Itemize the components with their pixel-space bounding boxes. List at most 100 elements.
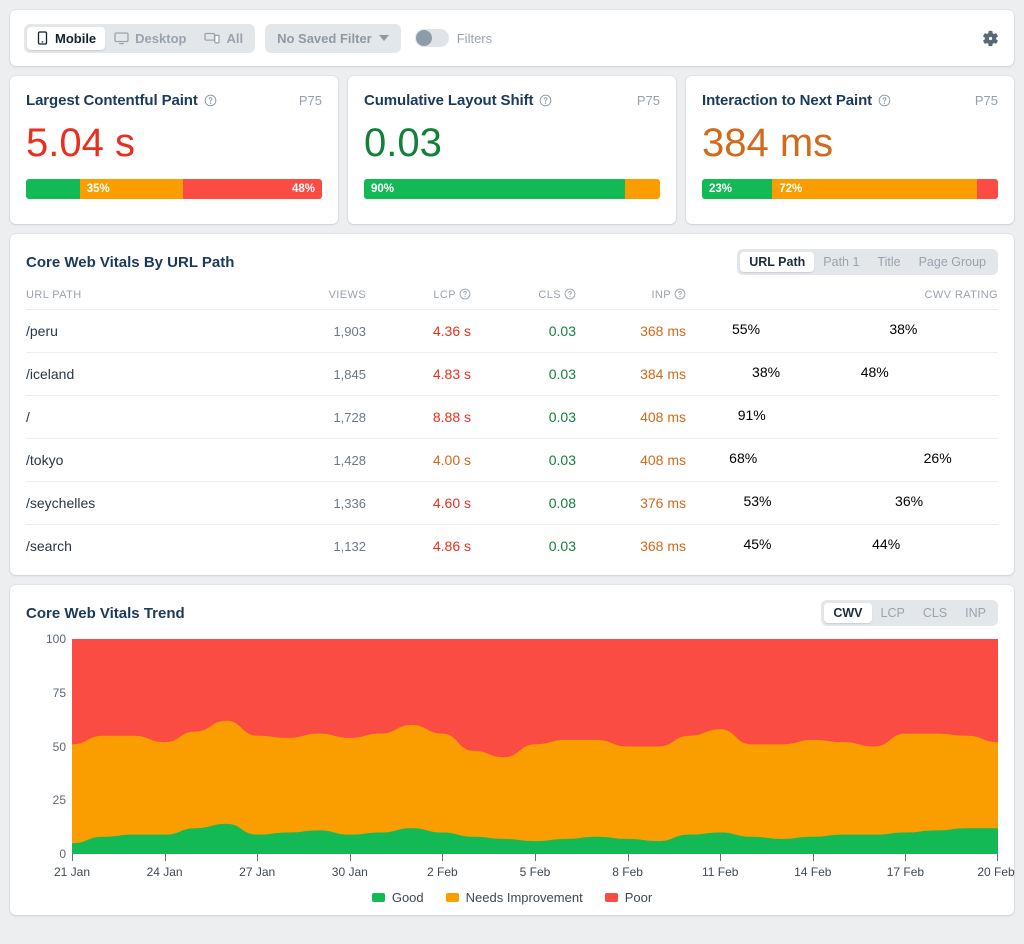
group-by-segmented-control[interactable]: URL Path Path 1 Title Page Group [737, 249, 998, 275]
column-header-inp[interactable]: INP [576, 282, 686, 310]
settings-button[interactable] [981, 29, 1000, 48]
help-circle-icon[interactable] [204, 94, 217, 107]
y-axis-tick-label: 100 [45, 632, 66, 646]
tab-inp[interactable]: INP [956, 603, 995, 623]
legend-item-needs-improvement[interactable]: Needs Improvement [445, 890, 583, 905]
metric-percentile-lcp: P75 [298, 93, 322, 108]
toggle-knob [415, 30, 432, 46]
rating-needs-improvement: 38% [752, 364, 781, 380]
cell-views: 1,132 [333, 538, 366, 554]
group-by-title[interactable]: Title [868, 252, 909, 272]
cell-url-path[interactable]: / [26, 396, 256, 439]
help-circle-icon[interactable] [539, 94, 552, 107]
cell-url-path[interactable]: /iceland [26, 353, 256, 396]
cell-inp: 384 ms [640, 366, 686, 382]
metric-tabs[interactable]: CWV LCP CLS INP [821, 600, 998, 626]
table-head: URL PATH VIEWS LCP CLS INP CWV RATING [26, 282, 998, 310]
cwv-table: URL PATH VIEWS LCP CLS INP CWV RATING /p… [26, 282, 998, 567]
tab-cwv[interactable]: CWV [824, 603, 872, 623]
cell-inp: 368 ms [640, 323, 686, 339]
cwv-rating-bar: 68% 26% [712, 450, 998, 470]
group-by-path-1[interactable]: Path 1 [814, 252, 868, 272]
column-header-lcp[interactable]: LCP [366, 282, 471, 310]
stacked-area-svg [72, 639, 998, 854]
table-row[interactable]: / 1,728 8.88 s 0.03 408 ms 91% [26, 395, 998, 439]
rating-good [712, 364, 752, 384]
cell-url-path[interactable]: /search [26, 525, 256, 568]
column-header-cwv-rating[interactable]: CWV RATING [686, 282, 998, 310]
cell-cls: 0.03 [548, 538, 576, 554]
cwv-rating-bar: 38% 48% [712, 364, 998, 384]
filters-toggle[interactable] [414, 29, 449, 47]
x-axis-tick [442, 854, 444, 861]
device-option-mobile[interactable]: Mobile [27, 26, 106, 50]
cell-lcp: 4.86 s [432, 538, 471, 554]
cell-views: 1,845 [333, 366, 366, 382]
column-header-url-path[interactable]: URL PATH [26, 282, 256, 310]
metric-header-lcp: Largest Contentful Paint P75 [26, 92, 322, 109]
cell-url-path[interactable]: /tokyo [26, 439, 256, 482]
cell-cwv-rating: 55% 38% [686, 310, 998, 353]
metric-title-lcp: Largest Contentful Paint [26, 92, 198, 109]
cell-inp: 376 ms [640, 495, 686, 511]
device-option-all[interactable]: All [195, 27, 252, 50]
distribution-needs-improvement: 35% [79, 179, 183, 199]
distribution-poor: 48% [183, 179, 322, 199]
tab-cls[interactable]: CLS [914, 603, 956, 623]
device-type-segmented-control[interactable]: Mobile Desktop All [24, 23, 256, 53]
help-circle-icon[interactable] [878, 94, 891, 107]
table-row[interactable]: /tokyo 1,428 4.00 s 0.03 408 ms 68% 26% [26, 438, 998, 482]
rating-poor: 44% [872, 536, 901, 552]
chart-legend: Good Needs Improvement Poor [26, 890, 998, 905]
column-header-inp-label: INP [651, 289, 671, 301]
x-axis-tick [997, 854, 998, 861]
column-header-views[interactable]: VIEWS [256, 282, 366, 310]
cell-cwv-rating: 53% 36% [686, 482, 998, 525]
cell-lcp: 8.88 s [432, 409, 471, 425]
device-option-all-label: All [226, 30, 244, 46]
rating-good [712, 450, 729, 470]
legend-swatch-poor [604, 893, 618, 902]
cell-cls: 0.03 [548, 366, 576, 382]
group-by-page-group[interactable]: Page Group [910, 252, 995, 272]
table-row[interactable]: /peru 1,903 4.36 s 0.03 368 ms 55% 38% [26, 309, 998, 353]
x-axis-tick-label: 8 Feb [612, 865, 643, 879]
help-circle-icon[interactable] [674, 288, 686, 300]
metric-distribution-lcp: 35% 48% [26, 179, 322, 199]
table-row[interactable]: /iceland 1,845 4.83 s 0.03 384 ms 38% 48% [26, 352, 998, 396]
rating-good [712, 536, 743, 556]
filters-toggle-group[interactable]: Filters [414, 29, 492, 47]
table-row[interactable]: /search 1,132 4.86 s 0.03 368 ms 45% 44% [26, 524, 998, 568]
rating-poor: 36% [895, 493, 924, 509]
metric-title-cls: Cumulative Layout Shift [364, 92, 534, 109]
distribution-poor [977, 179, 998, 199]
metric-value-lcp: 5.04 s [26, 121, 135, 165]
legend-item-poor[interactable]: Poor [604, 890, 652, 905]
help-circle-icon[interactable] [564, 288, 576, 300]
cell-url-path[interactable]: /peru [26, 310, 256, 353]
table-header-row: URL PATH VIEWS LCP CLS INP CWV RATING [26, 282, 998, 310]
device-option-desktop[interactable]: Desktop [105, 27, 195, 50]
table-row[interactable]: /seychelles 1,336 4.60 s 0.08 376 ms 53% 36% [26, 481, 998, 525]
x-axis-tick-label: 24 Jan [146, 865, 183, 879]
distribution-good [26, 179, 80, 199]
column-header-lcp-label: LCP [433, 289, 456, 301]
x-axis-tick-label: 21 Jan [53, 865, 91, 879]
rating-poor: 91% [737, 407, 766, 423]
help-circle-icon[interactable] [459, 288, 471, 300]
tab-lcp[interactable]: LCP [872, 603, 914, 623]
cell-views: 1,428 [333, 452, 366, 468]
x-axis-tick [627, 854, 629, 861]
x-axis-tick [72, 854, 73, 861]
x-axis-tick [257, 854, 259, 861]
cell-inp: 408 ms [640, 452, 686, 468]
dashboard-page: Mobile Desktop All No Saved Filter Filte… [0, 0, 1024, 944]
legend-item-good[interactable]: Good [371, 890, 424, 905]
cell-url-path[interactable]: /seychelles [26, 482, 256, 525]
group-by-url-path[interactable]: URL Path [740, 252, 815, 272]
cell-views: 1,336 [333, 495, 366, 511]
distribution-good: 23% [702, 179, 773, 199]
rating-good [712, 321, 732, 341]
column-header-cls[interactable]: CLS [471, 282, 576, 310]
saved-filter-dropdown[interactable]: No Saved Filter [265, 23, 401, 53]
